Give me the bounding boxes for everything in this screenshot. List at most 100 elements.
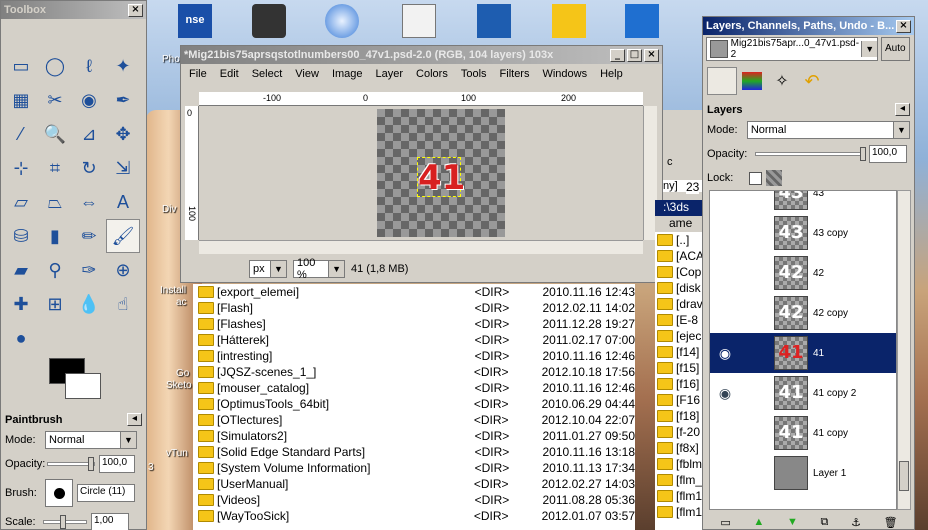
panel-menu-icon[interactable]: ◂: [895, 103, 910, 116]
eye-icon[interactable]: ◉: [710, 374, 740, 412]
zoom-dropdown[interactable]: 100 % ▼: [293, 257, 345, 281]
menu-file[interactable]: File: [189, 68, 207, 80]
file-row[interactable]: [f15]: [655, 360, 707, 376]
layer-opacity-input[interactable]: 100,0: [869, 145, 907, 163]
delete-layer-icon[interactable]: 🗑: [884, 516, 898, 529]
slider-thumb[interactable]: [88, 457, 94, 471]
toolbox-titlebar[interactable]: Toolbox ×: [1, 1, 146, 19]
file-row[interactable]: [drav: [655, 296, 707, 312]
menu-view[interactable]: View: [295, 68, 319, 80]
auto-button[interactable]: Auto: [881, 37, 910, 61]
foreground-select-icon[interactable]: ◉: [72, 83, 106, 117]
flip-icon[interactable]: ⇔: [72, 185, 106, 219]
maximize-icon[interactable]: □: [627, 48, 642, 62]
menu-select[interactable]: Select: [252, 68, 283, 80]
scale-icon[interactable]: ⇲: [106, 151, 140, 185]
file-row[interactable]: [fblm: [655, 456, 707, 472]
file-row[interactable]: [F16: [655, 392, 707, 408]
move-icon[interactable]: ✥: [106, 117, 140, 151]
scale-slider[interactable]: [43, 515, 87, 529]
file-row[interactable]: [Simulators2] <DIR> 2011.01.27 09:50: [193, 428, 635, 444]
visibility-toggle[interactable]: [710, 414, 740, 452]
layer-row[interactable]: 43 43: [710, 191, 896, 213]
paths-icon[interactable]: ✒: [106, 83, 140, 117]
brush-preview[interactable]: [45, 479, 73, 507]
layer-opacity-slider[interactable]: [755, 147, 866, 161]
fuzzy-select-icon[interactable]: ✦: [106, 49, 140, 83]
layer-row[interactable]: 42 42 copy: [710, 293, 896, 333]
bucket-fill-icon[interactable]: ⛁: [4, 219, 38, 253]
smudge-icon[interactable]: ☝: [106, 287, 140, 321]
file-row[interactable]: [f14]: [655, 344, 707, 360]
layer-name[interactable]: 42: [813, 268, 824, 279]
perspective-icon[interactable]: ⏢: [38, 185, 72, 219]
layer-name[interactable]: Layer 1: [813, 468, 846, 479]
scale-input[interactable]: 1,00: [91, 513, 129, 530]
layer-name[interactable]: 43 copy: [813, 228, 848, 239]
channels-tab-icon[interactable]: [737, 67, 767, 95]
color-select-icon[interactable]: ▦: [4, 83, 38, 117]
lasso-icon[interactable]: ℓ: [72, 49, 106, 83]
file-row[interactable]: [mouser_catalog] <DIR> 2010.11.16 12:46: [193, 380, 635, 396]
rect-select-icon[interactable]: ▭: [4, 49, 38, 83]
file-row[interactable]: [JQSZ-scenes_1_] <DIR> 2012.10.18 17:56: [193, 364, 635, 380]
layer-list-scrollbar[interactable]: [897, 190, 911, 510]
file-row[interactable]: [disk: [655, 280, 707, 296]
document-desktop-icon[interactable]: [402, 4, 436, 38]
file-row[interactable]: [ejec: [655, 328, 707, 344]
visibility-toggle[interactable]: [710, 294, 740, 332]
nse-desktop-icon[interactable]: nse: [178, 4, 212, 38]
folder-desktop-icon[interactable]: [552, 4, 586, 38]
new-layer-icon[interactable]: ▭: [720, 516, 730, 529]
image-selector-dropdown[interactable]: Mig21bis75apr...0_47v1.psd-2 ▼: [706, 37, 878, 61]
menu-tools[interactable]: Tools: [461, 68, 487, 80]
player-desktop-icon[interactable]: [625, 4, 659, 38]
file-row[interactable]: [Flashes] <DIR> 2011.12.28 19:27: [193, 316, 635, 332]
close-icon[interactable]: ×: [896, 19, 911, 33]
file-row[interactable]: [flm1: [655, 504, 707, 520]
layer-row[interactable]: 43 43 copy: [710, 213, 896, 253]
blur-icon[interactable]: 💧: [72, 287, 106, 321]
link-toggle[interactable]: [740, 191, 774, 212]
anchor-layer-icon[interactable]: ⚓: [851, 516, 861, 529]
paintbrush-icon[interactable]: 🖌: [106, 219, 140, 253]
lower-layer-icon[interactable]: ▼: [787, 516, 798, 528]
shear-icon[interactable]: ▱: [4, 185, 38, 219]
horizontal-ruler[interactable]: -100 0 100 200: [199, 92, 643, 106]
color-picker-icon[interactable]: ⁄: [4, 117, 38, 151]
link-toggle[interactable]: [740, 334, 774, 372]
file-row[interactable]: [Hátterek] <DIR> 2011.02.17 07:00: [193, 332, 635, 348]
opacity-slider[interactable]: [47, 457, 95, 471]
column-header-name[interactable]: ame: [655, 216, 707, 232]
link-toggle[interactable]: [740, 254, 774, 292]
file-row[interactable]: [Cop: [655, 264, 707, 280]
file-row[interactable]: [UserManual] <DIR> 2012.02.27 14:03: [193, 476, 635, 492]
panel-menu-icon[interactable]: ◂: [127, 413, 142, 426]
image-canvas[interactable]: 41: [377, 109, 505, 237]
vertical-ruler[interactable]: 0 100: [185, 106, 199, 240]
slider-thumb[interactable]: [60, 515, 66, 529]
file-row[interactable]: [f18]: [655, 408, 707, 424]
file-row[interactable]: [Solid Edge Standard Parts] <DIR> 2010.11.…: [193, 444, 635, 460]
mode-dropdown[interactable]: Normal ▼: [45, 431, 137, 449]
file-row[interactable]: [intresting] <DIR> 2010.11.16 12:46: [193, 348, 635, 364]
zoom-icon[interactable]: 🔍: [38, 117, 72, 151]
clone-icon[interactable]: ⊕: [106, 253, 140, 287]
file-row[interactable]: [flm1: [655, 488, 707, 504]
horizontal-scrollbar[interactable]: [199, 240, 643, 254]
layer-row[interactable]: 42 42: [710, 253, 896, 293]
file-row[interactable]: [ACA: [655, 248, 707, 264]
layer-row[interactable]: 41 41 copy: [710, 413, 896, 453]
file-row[interactable]: [f16]: [655, 376, 707, 392]
pencil-icon[interactable]: ✏: [72, 219, 106, 253]
file-row[interactable]: [f8x]: [655, 440, 707, 456]
heal-icon[interactable]: ✚: [4, 287, 38, 321]
paths-tab-icon[interactable]: ✧: [767, 67, 797, 95]
duplicate-layer-icon[interactable]: ⧉: [821, 516, 829, 529]
align-icon[interactable]: ⊹: [4, 151, 38, 185]
link-toggle[interactable]: [740, 454, 774, 492]
scrollbar-thumb[interactable]: [899, 461, 909, 491]
link-toggle[interactable]: [740, 414, 774, 452]
text-icon[interactable]: A: [106, 185, 140, 219]
close-icon[interactable]: ×: [128, 3, 143, 17]
